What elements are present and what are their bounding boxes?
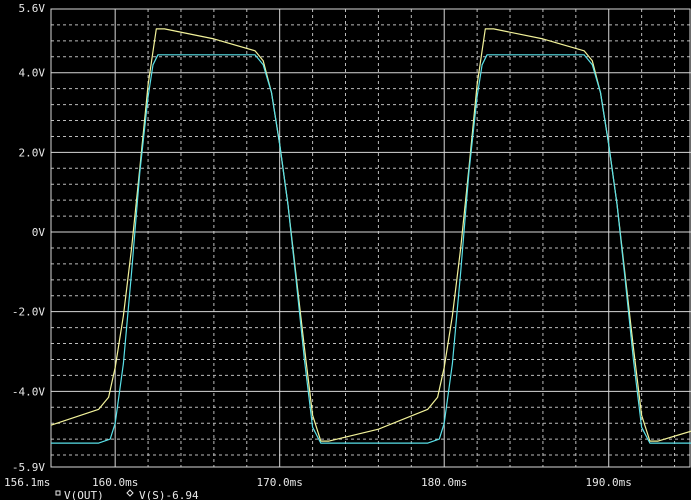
y-tick-label: 5.6V — [19, 2, 46, 15]
y-tick-label: 4.0V — [19, 67, 46, 80]
x-tick-label: 170.0ms — [257, 476, 303, 489]
legend-item-v-out: V(OUT) — [55, 489, 104, 500]
x-tick-label: 156.1ms — [4, 476, 50, 489]
y-tick-label: 0V — [32, 226, 46, 239]
legend-label-v-out: V(OUT) — [64, 489, 104, 500]
waveform-chart: 5.6V 4.0V 2.0V 0V -2.0V -4.0V -5.9V 156.1ms 160… — [0, 0, 691, 500]
legend-label-v-s: V(S)-6.94 — [139, 489, 199, 500]
x-tick-label: 180.0ms — [421, 476, 467, 489]
y-tick-label: 2.0V — [19, 146, 46, 159]
y-tick-label: -2.0V — [12, 306, 45, 319]
oscilloscope-panel: 5.6V 4.0V 2.0V 0V -2.0V -4.0V -5.9V 156.1ms 160… — [0, 0, 691, 500]
x-tick-label: 160.0ms — [92, 476, 138, 489]
y-tick-label: -4.0V — [12, 385, 45, 398]
y-tick-label: -5.9V — [12, 461, 45, 474]
x-tick-label: 190.0ms — [586, 476, 632, 489]
